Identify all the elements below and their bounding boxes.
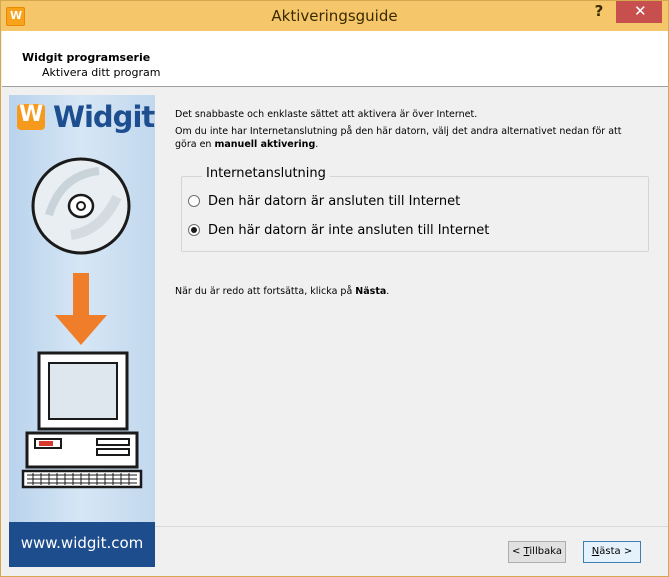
internet-connection-group: Internetanslutning Den här datorn är ans… [181, 166, 649, 252]
intro-text: Det snabbaste och enklaste sättet att ak… [175, 109, 478, 120]
header-title: Widgit programserie [22, 51, 151, 64]
next-hint-text: När du är redo att fortsätta, klicka på … [175, 286, 389, 297]
radio-connected[interactable] [188, 195, 200, 207]
button-divider [155, 526, 668, 527]
close-button[interactable]: ✕ [616, 1, 662, 23]
back-button-prefix: < [512, 546, 524, 557]
radio-not-connected[interactable] [188, 224, 200, 236]
help-button[interactable]: ? [584, 1, 614, 23]
wizard-header: Widgit programserie Aktivera ditt progra… [2, 31, 668, 87]
option-connected-label[interactable]: Den här datorn är ansluten till Internet [208, 194, 460, 209]
cd-icon [31, 157, 131, 255]
next-hint-bold: Nästa [355, 286, 387, 297]
computer-icon [21, 351, 143, 489]
next-hint-prefix: När du är redo att fortsätta, klicka på [175, 286, 356, 297]
group-legend: Internetanslutning [202, 166, 330, 181]
widgit-logo: W Widgit [17, 100, 155, 136]
logo-mark-letter: W [19, 102, 44, 127]
widgit-url: www.widgit.com [20, 534, 144, 552]
down-arrow-icon [55, 273, 107, 345]
next-button-rest: ästa > [599, 546, 633, 557]
header-subtitle: Aktivera ditt program [42, 66, 161, 79]
logo-text: Widgit [53, 100, 155, 134]
back-button-rest: illbaka [529, 546, 562, 557]
option-not-connected[interactable]: Den här datorn är inte ansluten till Int… [188, 221, 489, 239]
option-connected[interactable]: Den här datorn är ansluten till Internet [188, 192, 460, 210]
logo-mark-icon: W [17, 102, 45, 130]
side-panel: W Widgit www.widgit.com [9, 95, 155, 567]
info-text: Om du inte har Internetanslutning på den… [175, 126, 645, 151]
info-text-bold: manuell aktivering [214, 138, 316, 150]
close-icon: ✕ [634, 2, 647, 20]
next-hint-suffix: . [386, 286, 390, 297]
title-bar[interactable]: W Aktiveringsguide ? ✕ [1, 1, 668, 31]
wizard-content: Det snabbaste och enklaste sättet att ak… [155, 95, 661, 525]
info-text-suffix: . [315, 138, 319, 150]
window-title: Aktiveringsguide [271, 7, 398, 25]
side-footer: www.widgit.com [9, 522, 155, 567]
back-button[interactable]: < Tillbaka [508, 541, 566, 563]
install-illustration [21, 157, 143, 489]
next-button[interactable]: Nästa > [583, 541, 641, 563]
option-not-connected-label[interactable]: Den här datorn är inte ansluten till Int… [208, 223, 489, 238]
wizard-window: W Aktiveringsguide ? ✕ Widgit programser… [0, 0, 669, 577]
